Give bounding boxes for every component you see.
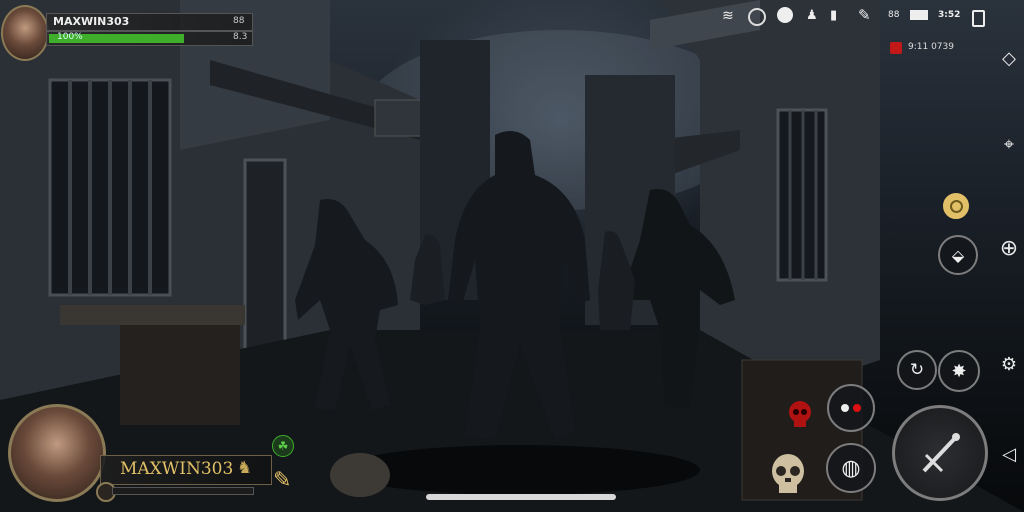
home-indicator[interactable]	[426, 494, 616, 500]
skull-ground	[330, 453, 390, 497]
notification-text: 9:11 0739	[908, 42, 954, 52]
health-plate-top: 100% 8.3	[46, 31, 253, 46]
player-hud-top: MAXWIN303 88 100% 8.3	[0, 0, 260, 62]
battery-text: 88	[888, 10, 900, 20]
name-plate-top: MAXWIN303 88	[46, 13, 253, 31]
game-scene	[0, 0, 1024, 512]
table	[60, 305, 245, 325]
settings-robot-icon[interactable]: ⚙	[996, 352, 1022, 378]
person-icon: ♟	[806, 8, 818, 23]
door	[243, 158, 287, 362]
diamond-icon[interactable]: ◇	[996, 46, 1022, 72]
player-avatar-bottom[interactable]	[8, 404, 106, 502]
battery-icon	[910, 10, 928, 20]
pen-icon: ✎	[858, 6, 871, 24]
pawn-icon: ♞	[237, 458, 253, 478]
location-pin-icon[interactable]: ⌖	[996, 132, 1022, 158]
crosshair-icon[interactable]: ⊕	[996, 236, 1022, 262]
alley-background	[0, 0, 1024, 512]
clock-icon	[777, 7, 793, 23]
weapon-attack-icon[interactable]	[892, 405, 988, 501]
wifi-icon: ≋	[722, 8, 734, 24]
reload-icon[interactable]: ↻	[897, 350, 937, 390]
swirl-icon[interactable]: ◍	[826, 443, 876, 493]
health-label: 100%	[57, 32, 83, 42]
coin-icon[interactable]	[943, 193, 969, 219]
status-time: 3:52	[938, 10, 961, 20]
splash-icon[interactable]: ✸	[938, 350, 980, 392]
edit-icon[interactable]: ✎	[273, 468, 291, 493]
signal-icon: ▮	[830, 8, 838, 23]
stat-top-1: 88	[233, 16, 245, 26]
player-name-bottom: MAXWIN303	[120, 459, 234, 479]
buff-icon[interactable]: ☘	[272, 435, 294, 457]
eyes-icon[interactable]	[827, 384, 875, 432]
notification-icon	[890, 42, 902, 54]
red-skull-icon[interactable]	[783, 397, 817, 431]
phone-icon	[972, 10, 985, 27]
stat-top-2: 8.3	[233, 32, 248, 42]
skull-icon[interactable]	[766, 451, 810, 499]
status-area: ≋ ♟ ▮ ✎ 88 3:52 9:11 0739	[720, 4, 1020, 64]
back-icon[interactable]: ◁	[996, 442, 1022, 468]
name-plate-bottom: MAXWIN303 ♞	[100, 455, 272, 485]
player-avatar-top[interactable]	[1, 5, 49, 61]
player-name-top: MAXWIN303	[53, 15, 130, 28]
xp-bar	[112, 487, 254, 495]
tag-icon[interactable]: ⬙	[938, 235, 978, 275]
record-icon	[748, 8, 766, 26]
